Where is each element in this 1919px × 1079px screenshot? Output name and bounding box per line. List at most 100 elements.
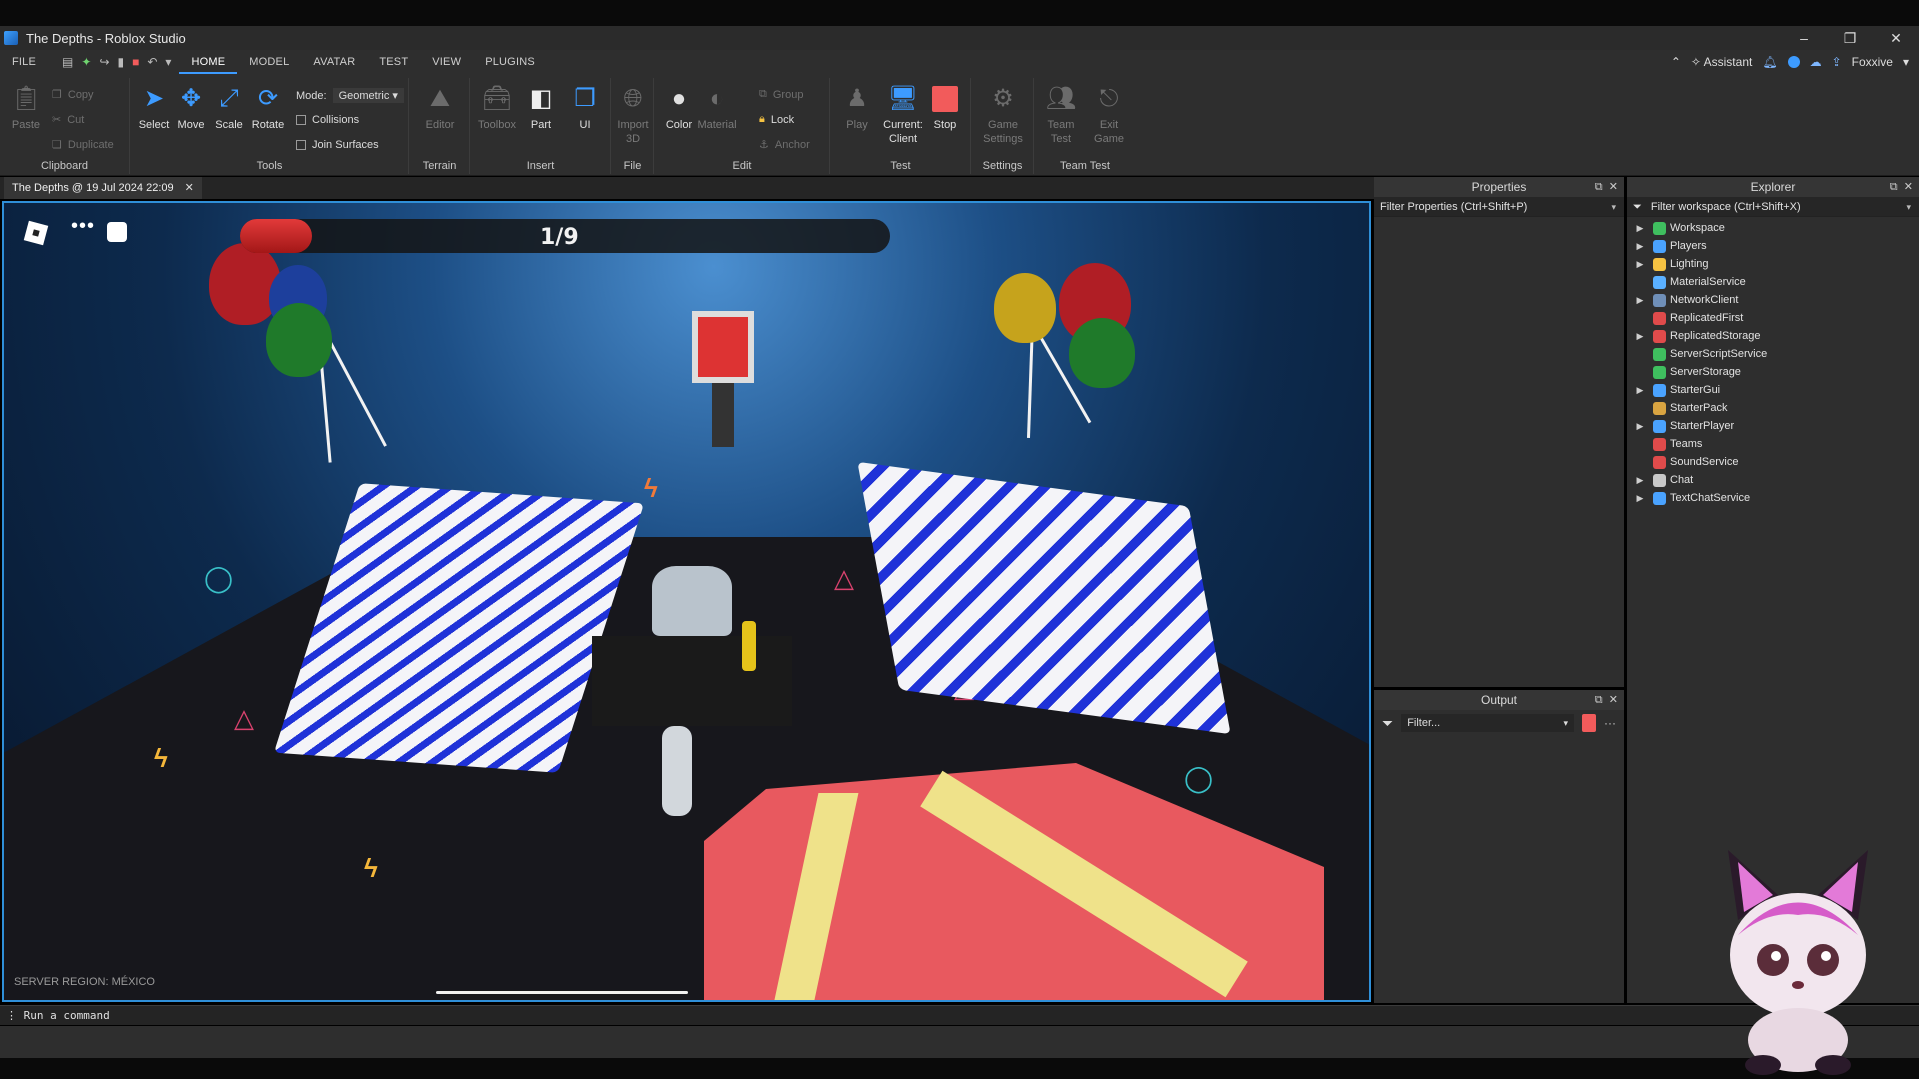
stop-square-icon[interactable]: ■ [132, 55, 139, 69]
assistant-button[interactable]: ✧ Assistant [1691, 55, 1752, 69]
more-options-icon[interactable]: ••• [71, 215, 95, 238]
play-button[interactable]: ♟ Play [837, 84, 877, 132]
ui-button[interactable]: ❐ UI [565, 84, 605, 132]
collisions-toggle[interactable]: Collisions [296, 114, 359, 126]
explorer-item-starterpack[interactable]: StarterPack [1627, 399, 1919, 417]
explorer-item-chat[interactable]: ▶ Chat [1627, 471, 1919, 489]
minimize-button[interactable]: – [1781, 30, 1827, 47]
expand-arrow-icon[interactable]: ▶ [1633, 493, 1647, 504]
undock-icon[interactable]: ⧉ [1890, 181, 1898, 193]
explorer-item-soundservice[interactable]: SoundService [1627, 453, 1919, 471]
user-name[interactable]: Foxxive [1852, 55, 1893, 69]
explorer-item-serverstorage[interactable]: ServerStorage [1627, 363, 1919, 381]
explorer-item-networkclient[interactable]: ▶ NetworkClient [1627, 291, 1919, 309]
terrain-editor-button[interactable]: ⛰ Editor [420, 84, 460, 132]
chevron-down-icon[interactable]: ▾ [1563, 714, 1568, 732]
close-panel-icon[interactable]: ✕ [1904, 181, 1913, 193]
expand-arrow-icon[interactable]: ▶ [1633, 223, 1647, 234]
file-menu[interactable]: FILE [0, 50, 48, 74]
undo-icon[interactable]: ↶ [147, 55, 157, 69]
explorer-item-players[interactable]: ▶ Players [1627, 237, 1919, 255]
cut-button[interactable]: ✂ Cut [52, 113, 84, 127]
filter-funnel-icon[interactable]: ⏷ [1633, 201, 1642, 213]
mode-dropdown[interactable]: Geometric ▾ [332, 88, 404, 103]
command-bar[interactable]: ⋮ Run a command [0, 1005, 1919, 1025]
user-dropdown-icon[interactable]: ▾ [1903, 55, 1909, 69]
play-here-icon[interactable]: ▮ [118, 55, 125, 69]
lock-button[interactable]: 🔒︎ Lock [759, 113, 794, 126]
join-surfaces-checkbox[interactable] [296, 140, 306, 150]
game-viewport[interactable]: ϟ ϟ △ ϟ △ ◯ ◯ ◯ ϟ △ ••• 1/9 SERVER REGIO… [2, 201, 1371, 1002]
explorer-item-replicatedstorage[interactable]: ▶ ReplicatedStorage [1627, 327, 1919, 345]
color-button[interactable]: ● Color [659, 84, 699, 132]
output-filter-input[interactable]: Filter... ▾ [1401, 714, 1574, 732]
rotate-button[interactable]: ⟳ Rotate [248, 84, 288, 132]
expand-arrow-icon[interactable]: ▶ [1633, 295, 1647, 306]
customize-dropdown-icon[interactable]: ▾ [165, 55, 171, 69]
expand-arrow-icon[interactable]: ▶ [1633, 475, 1647, 486]
expand-arrow-icon[interactable]: ▶ [1633, 385, 1647, 396]
close-window-button[interactable]: ✕ [1873, 30, 1919, 47]
part-button[interactable]: ◧ Part [521, 84, 561, 132]
toolbox-button[interactable]: 🧰︎ Toolbox [477, 84, 517, 132]
anchor-button[interactable]: ⚓ Anchor [759, 138, 810, 152]
roblox-menu-icon[interactable] [23, 220, 49, 246]
explorer-item-starterplayer[interactable]: ▶ StarterPlayer [1627, 417, 1919, 435]
collapse-ribbon-icon[interactable]: ⌃ [1671, 55, 1681, 69]
select-button[interactable]: ➤ Select [134, 84, 174, 132]
expand-arrow-icon[interactable]: ▶ [1633, 421, 1647, 432]
duplicate-button[interactable]: ❏ Duplicate [52, 138, 114, 152]
expand-arrow-icon[interactable]: ▶ [1633, 259, 1647, 270]
chevron-down-icon[interactable]: ▾ [1611, 197, 1616, 217]
publish-icon[interactable]: ✦ [81, 55, 91, 69]
explorer-filter-input[interactable]: ⏷ Filter workspace (Ctrl+Shift+X) ▾ [1627, 197, 1919, 217]
close-panel-icon[interactable]: ✕ [1609, 181, 1618, 193]
filter-funnel-icon[interactable]: ⏷ [1382, 715, 1393, 732]
explorer-item-materialservice[interactable]: MaterialService [1627, 273, 1919, 291]
explorer-item-startergui[interactable]: ▶ StarterGui [1627, 381, 1919, 399]
collisions-checkbox[interactable] [296, 115, 306, 125]
stop-button[interactable]: Stop [925, 84, 965, 132]
info-icon[interactable] [1787, 56, 1800, 68]
more-options-icon[interactable]: ··· [1604, 716, 1616, 730]
move-button[interactable]: ✥ Move [171, 84, 211, 132]
copy-button[interactable]: ❐ Copy [52, 88, 94, 102]
document-tab[interactable]: The Depths @ 19 Jul 2024 22:09 ✕ [4, 177, 202, 199]
explorer-item-replicatedfirst[interactable]: ReplicatedFirst [1627, 309, 1919, 327]
redo-arrow-icon[interactable]: ↪ [99, 55, 109, 69]
undock-icon[interactable]: ⧉ [1595, 181, 1603, 193]
chat-icon[interactable] [107, 222, 127, 242]
tab-view[interactable]: VIEW [420, 50, 473, 74]
explorer-item-workspace[interactable]: ▶ Workspace [1627, 219, 1919, 237]
properties-filter-input[interactable]: Filter Properties (Ctrl+Shift+P) ▾ [1374, 197, 1624, 217]
group-button[interactable]: ⧉ Group [759, 88, 803, 101]
mode-selector[interactable]: Mode: Geometric ▾ [296, 88, 404, 103]
notifications-icon[interactable]: 🔔︎ [1762, 55, 1777, 69]
paste-button[interactable]: 📋︎ Paste [6, 84, 46, 132]
new-file-icon[interactable]: ▤ [62, 55, 73, 69]
team-test-button[interactable]: 👥︎ Team Test [1041, 84, 1081, 146]
scale-button[interactable]: ⤢ Scale [209, 84, 249, 132]
explorer-item-lighting[interactable]: ▶ Lighting [1627, 255, 1919, 273]
tab-plugins[interactable]: PLUGINS [473, 50, 547, 74]
import-3d-button[interactable]: 🌐︎ Import 3D [613, 84, 653, 146]
material-button[interactable]: ◐ Material [697, 84, 737, 132]
current-client-button[interactable]: 🖥︎ Current: Client [879, 84, 927, 146]
clear-output-trash-icon[interactable] [1582, 714, 1596, 732]
restore-button[interactable]: ❐ [1827, 30, 1873, 47]
share-icon[interactable]: ⇪ [1832, 55, 1842, 69]
close-panel-icon[interactable]: ✕ [1609, 694, 1618, 706]
join-surfaces-toggle[interactable]: Join Surfaces [296, 139, 379, 151]
explorer-item-serverscriptservice[interactable]: ServerScriptService [1627, 345, 1919, 363]
tab-model[interactable]: MODEL [237, 50, 301, 74]
expand-arrow-icon[interactable]: ▶ [1633, 241, 1647, 252]
chevron-down-icon[interactable]: ▾ [1906, 197, 1911, 217]
cloud-icon[interactable]: ☁ [1810, 55, 1822, 69]
exit-game-button[interactable]: ⎋ Exit Game [1089, 84, 1129, 146]
explorer-item-teams[interactable]: Teams [1627, 435, 1919, 453]
expand-arrow-icon[interactable]: ▶ [1633, 331, 1647, 342]
tab-home[interactable]: HOME [179, 50, 238, 74]
explorer-item-textchatservice[interactable]: ▶ TextChatService [1627, 489, 1919, 507]
game-settings-button[interactable]: ⚙ Game Settings [978, 84, 1028, 146]
tab-test[interactable]: TEST [367, 50, 420, 74]
